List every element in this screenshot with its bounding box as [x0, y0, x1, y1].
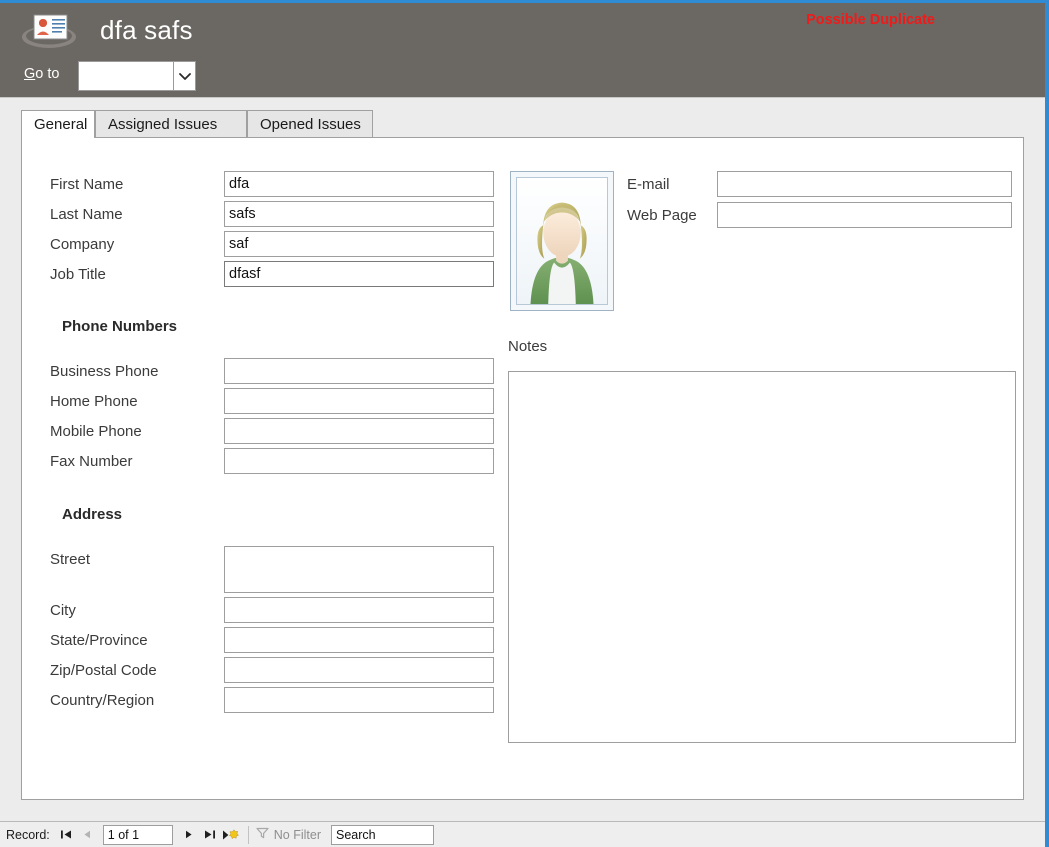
field-row-country-region: Country/Region	[50, 687, 495, 717]
business-phone-label: Business Phone	[50, 363, 159, 380]
city-label: City	[50, 602, 76, 619]
record-position-input[interactable]	[102, 824, 173, 845]
field-row-email: E-mail	[496, 171, 1016, 202]
email-label: E-mail	[627, 176, 670, 193]
field-row-state-province: State/Province	[50, 627, 495, 657]
home-phone-input[interactable]	[224, 388, 494, 414]
field-row-company: Company	[50, 231, 495, 261]
mobile-phone-label: Mobile Phone	[50, 423, 142, 440]
tab-assigned-issues[interactable]: Assigned Issues	[95, 110, 247, 138]
filter-icon	[256, 827, 269, 842]
email-input[interactable]	[717, 171, 1012, 197]
record-label: Record:	[6, 827, 50, 842]
field-row-job-title: Job Title	[50, 261, 495, 291]
goto-accel: G	[24, 66, 36, 82]
goto-combobox-value	[79, 62, 173, 90]
left-form-column: First Name Last Name Company Job Title P…	[50, 171, 495, 713]
state-province-label: State/Province	[50, 632, 148, 649]
contact-card-icon	[20, 10, 78, 52]
mobile-phone-input[interactable]	[224, 418, 494, 444]
next-record-button[interactable]	[178, 824, 199, 846]
field-row-home-phone: Home Phone	[50, 388, 495, 418]
field-row-web-page: Web Page	[496, 202, 1016, 233]
last-name-label: Last Name	[50, 206, 123, 223]
tab-panel-general: First Name Last Name Company Job Title P…	[21, 137, 1024, 800]
filter-status[interactable]: No Filter	[256, 827, 321, 842]
first-name-label: First Name	[50, 176, 124, 193]
address-fields-group: Street City State/Province Zip/Postal Co…	[50, 546, 495, 717]
phone-numbers-heading: Phone Numbers	[62, 318, 178, 335]
fax-number-input[interactable]	[224, 448, 494, 474]
goto-combobox[interactable]	[78, 61, 196, 91]
phone-fields-group: Business Phone Home Phone Mobile Phone F…	[50, 358, 495, 478]
job-title-input[interactable]	[224, 261, 494, 287]
search-input[interactable]	[331, 824, 435, 845]
state-province-input[interactable]	[224, 627, 494, 653]
goto-label: Go to	[24, 66, 59, 82]
field-row-fax-number: Fax Number	[50, 448, 495, 478]
goto-label-rest: o to	[35, 66, 60, 82]
contact-form-window: dfa safs Possible Duplicate Go to Genera…	[0, 0, 1049, 847]
country-region-input[interactable]	[224, 687, 494, 713]
company-input[interactable]	[224, 231, 494, 257]
business-phone-input[interactable]	[224, 358, 494, 384]
filter-label: No Filter	[273, 827, 322, 842]
page-title: dfa safs	[100, 15, 193, 45]
city-input[interactable]	[224, 597, 494, 623]
tab-opened-issues[interactable]: Opened Issues	[247, 110, 373, 138]
field-row-first-name: First Name	[50, 171, 495, 201]
field-row-mobile-phone: Mobile Phone	[50, 418, 495, 448]
home-phone-label: Home Phone	[50, 393, 138, 410]
field-row-zip-postal-code: Zip/Postal Code	[50, 657, 495, 687]
first-name-input[interactable]	[224, 171, 494, 197]
notes-input[interactable]	[508, 371, 1016, 743]
right-form-column: E-mail Web Page Notes	[496, 171, 1016, 743]
previous-record-button[interactable]	[77, 824, 98, 846]
form-body: General Assigned Issues Opened Issues Fi…	[0, 98, 1045, 821]
country-region-label: Country/Region	[50, 692, 155, 709]
first-record-button[interactable]	[56, 824, 77, 846]
zip-postal-code-label: Zip/Postal Code	[50, 662, 157, 679]
field-row-city: City	[50, 597, 495, 627]
web-page-input[interactable]	[717, 202, 1012, 228]
field-row-last-name: Last Name	[50, 201, 495, 231]
tab-general[interactable]: General	[21, 110, 95, 138]
field-row-business-phone: Business Phone	[50, 358, 495, 388]
last-name-input[interactable]	[224, 201, 494, 227]
job-title-label: Job Title	[50, 266, 106, 283]
street-input[interactable]	[224, 546, 494, 593]
record-navigation-bar: Record: No Filter	[0, 821, 1045, 847]
nav-divider	[247, 825, 249, 844]
field-row-street: Street	[50, 546, 495, 597]
zip-postal-code-input[interactable]	[224, 657, 494, 683]
notes-label: Notes	[508, 338, 548, 355]
web-page-label: Web Page	[627, 207, 697, 224]
street-label: Street	[50, 551, 91, 568]
chevron-down-icon[interactable]	[173, 62, 195, 90]
last-record-button[interactable]	[199, 824, 220, 846]
company-label: Company	[50, 236, 115, 253]
new-record-button[interactable]	[220, 824, 241, 846]
form-header: dfa safs Possible Duplicate Go to	[0, 3, 1045, 144]
header-toolbar: Go to Save and New	[0, 55, 1045, 144]
duplicate-warning-label: Possible Duplicate	[806, 12, 935, 28]
address-heading: Address	[62, 506, 123, 523]
tab-strip: General Assigned Issues Opened Issues	[21, 110, 1033, 138]
fax-number-label: Fax Number	[50, 453, 133, 470]
header-title-row: dfa safs Possible Duplicate	[0, 3, 1045, 55]
